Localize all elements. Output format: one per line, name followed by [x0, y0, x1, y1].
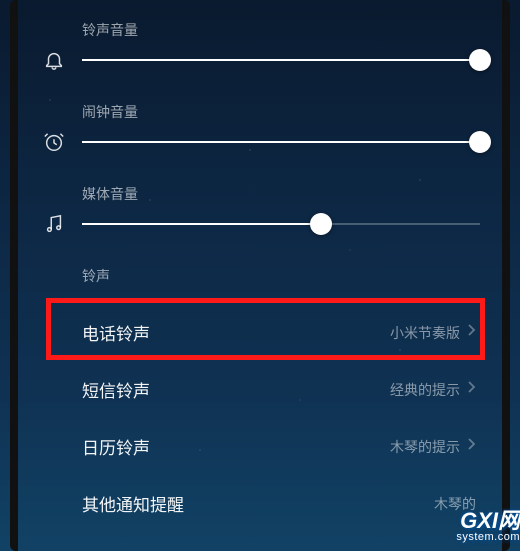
phone-ringtone-item[interactable]: 电话铃声 小米节奏版 — [40, 304, 480, 361]
watermark-sub: system.com — [456, 532, 520, 543]
chevron-right-icon — [466, 323, 476, 342]
other-notification-item[interactable]: 其他通知提醒 木琴的 — [40, 475, 480, 532]
sms-ringtone-item[interactable]: 短信铃声 经典的提示 — [40, 361, 480, 418]
ringtone-section-header: 铃声 — [82, 266, 480, 286]
bell-icon — [40, 46, 68, 74]
calendar-ringtone-item[interactable]: 日历铃声 木琴的提示 — [40, 418, 480, 475]
calendar-ringtone-value: 木琴的提示 — [390, 437, 460, 457]
chevron-right-icon — [466, 437, 476, 456]
watermark: GXI网 system.com — [456, 510, 520, 543]
alarm-volume-label: 闹钟音量 — [82, 102, 480, 122]
ringtone-volume-block: 铃声音量 — [40, 20, 480, 74]
calendar-ringtone-title: 日历铃声 — [82, 434, 150, 459]
media-volume-slider[interactable] — [82, 223, 480, 225]
other-notification-title: 其他通知提醒 — [82, 491, 184, 516]
sms-ringtone-title: 短信铃声 — [82, 377, 150, 402]
sms-ringtone-value: 经典的提示 — [390, 380, 460, 400]
phone-ringtone-title: 电话铃声 — [82, 320, 150, 345]
music-note-icon — [40, 210, 68, 238]
chevron-right-icon — [466, 380, 476, 399]
ringtone-volume-slider[interactable] — [82, 59, 480, 61]
watermark-main: GXI网 — [460, 510, 520, 532]
media-volume-label: 媒体音量 — [82, 184, 480, 204]
alarm-clock-icon — [40, 128, 68, 156]
phone-ringtone-value: 小米节奏版 — [390, 323, 460, 343]
alarm-volume-block: 闹钟音量 — [40, 102, 480, 156]
media-volume-block: 媒体音量 — [40, 184, 480, 238]
ringtone-volume-label: 铃声音量 — [82, 20, 480, 40]
settings-screen: 铃声音量 闹钟音量 媒体音量 — [0, 0, 520, 532]
alarm-volume-slider[interactable] — [82, 141, 480, 143]
